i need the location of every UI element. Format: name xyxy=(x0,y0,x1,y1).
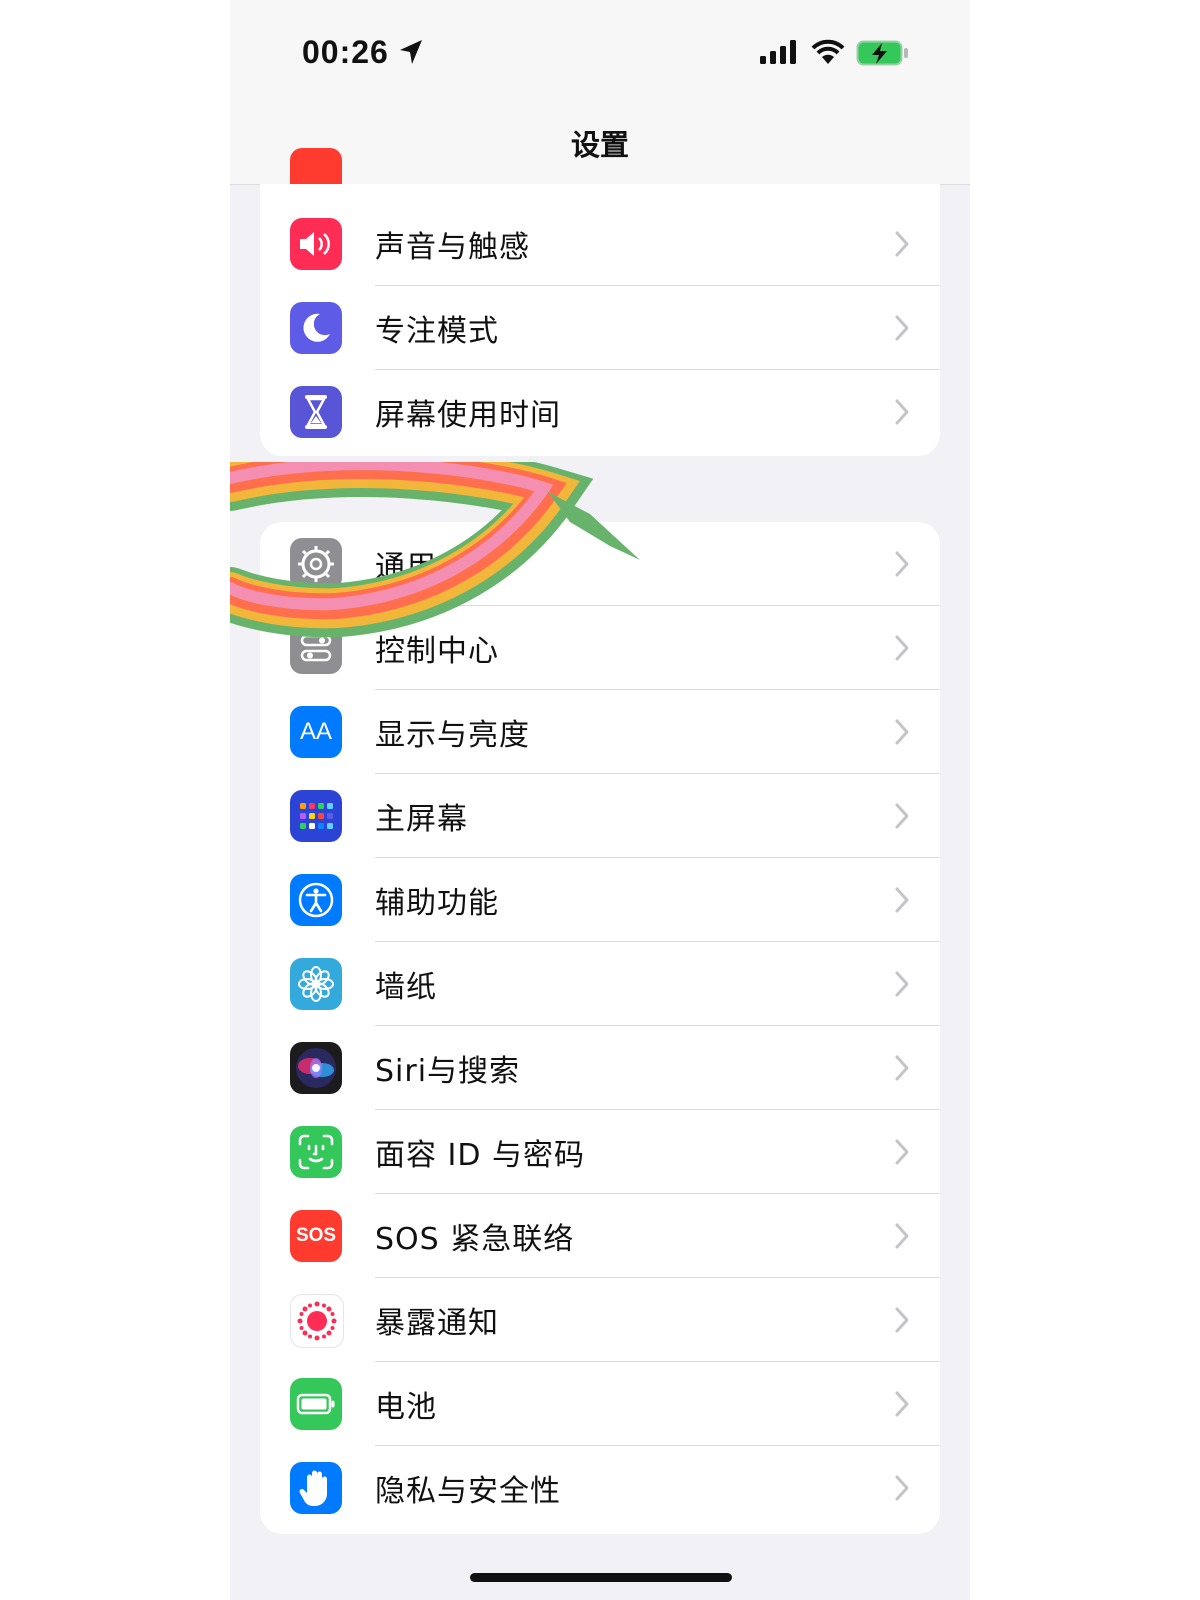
sos-icon: SOS xyxy=(290,1210,342,1262)
settings-row-label: 主屏幕 xyxy=(375,802,468,837)
siri-icon xyxy=(290,1042,342,1094)
settings-row-exposure-notifications[interactable]: 暴露通知 xyxy=(260,1278,940,1362)
settings-row-label: 墙纸 xyxy=(375,970,437,1005)
chevron-right-icon xyxy=(895,887,909,913)
settings-row-sounds[interactable]: 声音与触感 xyxy=(260,202,940,286)
settings-row-accessibility[interactable]: 辅助功能 xyxy=(260,858,940,942)
aa-icon: AA xyxy=(290,706,342,758)
settings-row-control-center[interactable]: 控制中心 xyxy=(260,606,940,690)
battery-setting-icon xyxy=(290,1378,342,1430)
aa-icon-text: AA xyxy=(299,718,332,745)
settings-row-home-screen[interactable]: 主屏幕 xyxy=(260,774,940,858)
settings-row-face-id[interactable]: 面容 ID 与密码 xyxy=(260,1110,940,1194)
settings-row-label: 暴露通知 xyxy=(375,1306,499,1341)
chevron-right-icon xyxy=(895,803,909,829)
settings-row-label: 通用 xyxy=(375,550,437,585)
settings-row-label: 显示与亮度 xyxy=(375,718,530,753)
settings-row-display[interactable]: AA 显示与亮度 xyxy=(260,690,940,774)
chevron-right-icon xyxy=(895,231,909,257)
status-bar: 00:26 xyxy=(230,0,970,100)
settings-group-1: 声音与触感 专注模式 屏幕使用时间 xyxy=(260,184,940,456)
settings-row-general[interactable]: 通用 xyxy=(260,522,940,606)
settings-row-label: 面容 ID 与密码 xyxy=(375,1138,586,1173)
settings-screen: 00:26 设置 声音与触感 专注模式 屏幕使用时间 通用 控制中心 AA 显示… xyxy=(230,0,970,1600)
speaker-icon xyxy=(290,218,342,270)
settings-row-privacy[interactable]: 隐私与安全性 xyxy=(260,1446,940,1530)
battery-charging-icon xyxy=(856,40,908,66)
chevron-right-icon xyxy=(895,1475,909,1501)
exposure-icon xyxy=(290,1294,344,1348)
settings-row-screen-time[interactable]: 屏幕使用时间 xyxy=(260,370,940,454)
flower-icon xyxy=(290,958,342,1010)
settings-row-label: 控制中心 xyxy=(375,634,499,669)
chevron-right-icon xyxy=(895,719,909,745)
settings-row-label: 屏幕使用时间 xyxy=(375,398,561,433)
chevron-right-icon xyxy=(895,1223,909,1249)
chevron-right-icon xyxy=(895,399,909,425)
settings-row-battery[interactable]: 电池 xyxy=(260,1362,940,1446)
settings-row-wallpaper[interactable]: 墙纸 xyxy=(260,942,940,1026)
settings-group-2: 通用 控制中心 AA 显示与亮度 主屏幕 辅助功能 墙纸 Siri与搜索 面容 … xyxy=(260,522,940,1534)
chevron-right-icon xyxy=(895,971,909,997)
chevron-right-icon xyxy=(895,1307,909,1333)
settings-row-label: Siri与搜索 xyxy=(375,1054,521,1089)
chevron-right-icon xyxy=(895,1055,909,1081)
settings-row-emergency-sos[interactable]: SOS SOS 紧急联络 xyxy=(260,1194,940,1278)
hourglass-icon xyxy=(290,386,342,438)
chevron-right-icon xyxy=(895,635,909,661)
control-center-icon xyxy=(290,622,342,674)
settings-row-label: 辅助功能 xyxy=(375,886,499,921)
settings-row-label: 声音与触感 xyxy=(375,230,530,265)
accessibility-icon xyxy=(290,874,342,926)
moon-icon xyxy=(290,302,342,354)
location-arrow-icon xyxy=(400,40,422,64)
cellular-signal-icon xyxy=(760,40,796,64)
home-indicator[interactable] xyxy=(470,1573,732,1582)
hand-icon xyxy=(290,1462,342,1514)
settings-row-siri[interactable]: Siri与搜索 xyxy=(260,1026,940,1110)
chevron-right-icon xyxy=(895,1391,909,1417)
sos-icon-text: SOS xyxy=(295,1225,337,1246)
wifi-icon xyxy=(811,39,845,64)
home-screen-icon xyxy=(290,790,342,842)
settings-row-label: 隐私与安全性 xyxy=(375,1474,561,1509)
chevron-right-icon xyxy=(895,315,909,341)
settings-row-label: 专注模式 xyxy=(375,314,499,349)
chevron-right-icon xyxy=(895,551,909,577)
chevron-right-icon xyxy=(895,1139,909,1165)
settings-row-label: SOS 紧急联络 xyxy=(375,1222,575,1257)
face-id-icon xyxy=(290,1126,342,1178)
settings-row-label: 电池 xyxy=(375,1390,437,1425)
status-time: 00:26 xyxy=(302,34,389,70)
settings-row-focus[interactable]: 专注模式 xyxy=(260,286,940,370)
gear-icon xyxy=(290,538,342,590)
